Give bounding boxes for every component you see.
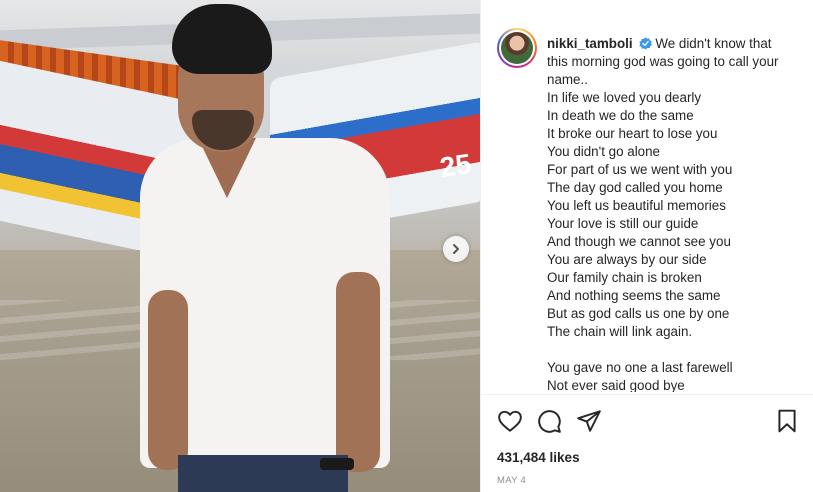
caption-first-line: nikki_tamboli We didn't know that (547, 35, 813, 53)
caption-line: The day god called you home (547, 180, 723, 195)
person-watch (320, 458, 354, 470)
person-arm-right (336, 272, 380, 472)
caption-line: this morning god was going to call your (547, 54, 779, 69)
caption-line: And though we cannot see you (547, 234, 731, 249)
caption-line: Your love is still our guide (547, 216, 699, 231)
paper-plane-icon (577, 410, 601, 432)
avatar[interactable] (497, 28, 537, 68)
post-side-panel: nikki_tamboli We didn't know that this m… (480, 0, 813, 492)
avatar-image (501, 32, 533, 64)
caption-line: You gave no one a last farewell (547, 360, 733, 375)
share-button[interactable] (576, 408, 602, 434)
caption-line: name.. (547, 72, 588, 87)
caption-line: You didn't go alone (547, 144, 661, 159)
caption-line: In life we loved you dearly (547, 90, 702, 105)
caption-text: nikki_tamboli We didn't know that this m… (547, 35, 813, 392)
caption-line: In death we do the same (547, 108, 694, 123)
actions-divider (481, 394, 813, 395)
like-button[interactable] (497, 408, 523, 434)
bookmark-icon (778, 409, 796, 433)
photo-boat-number: 25 (437, 147, 474, 184)
avatar-border (499, 30, 535, 66)
caption-line: You are always by our side (547, 252, 707, 267)
photo-person (140, 0, 420, 492)
post-date[interactable]: MAY 4 (497, 475, 526, 486)
save-button[interactable] (774, 408, 800, 434)
like-count[interactable]: 431,484 likes (497, 450, 580, 465)
next-photo-button[interactable] (443, 236, 469, 262)
username-link[interactable]: nikki_tamboli (547, 36, 633, 51)
chevron-right-icon (453, 244, 459, 254)
caption-line: And nothing seems the same (547, 288, 721, 303)
action-bar (497, 404, 802, 438)
heart-icon (498, 410, 522, 432)
caption-line: Not ever said good bye (547, 378, 685, 392)
post-photo: 25 (0, 0, 480, 492)
verified-badge-icon (639, 37, 653, 50)
comment-button[interactable] (536, 408, 562, 434)
person-arm-left (148, 290, 188, 470)
caption-area: nikki_tamboli We didn't know that this m… (497, 22, 813, 392)
caption-line: Our family chain is broken (547, 270, 702, 285)
caption-line: We didn't know that (655, 36, 772, 51)
person-hair (172, 4, 272, 74)
caption-line: You left us beautiful memories (547, 198, 726, 213)
caption-line: But as god calls us one by one (547, 306, 730, 321)
caption-line: For part of us we went with you (547, 162, 733, 177)
caption-line: The chain will link again. (547, 324, 693, 339)
caption-line: It broke our heart to lose you (547, 126, 718, 141)
comment-icon (538, 410, 561, 433)
